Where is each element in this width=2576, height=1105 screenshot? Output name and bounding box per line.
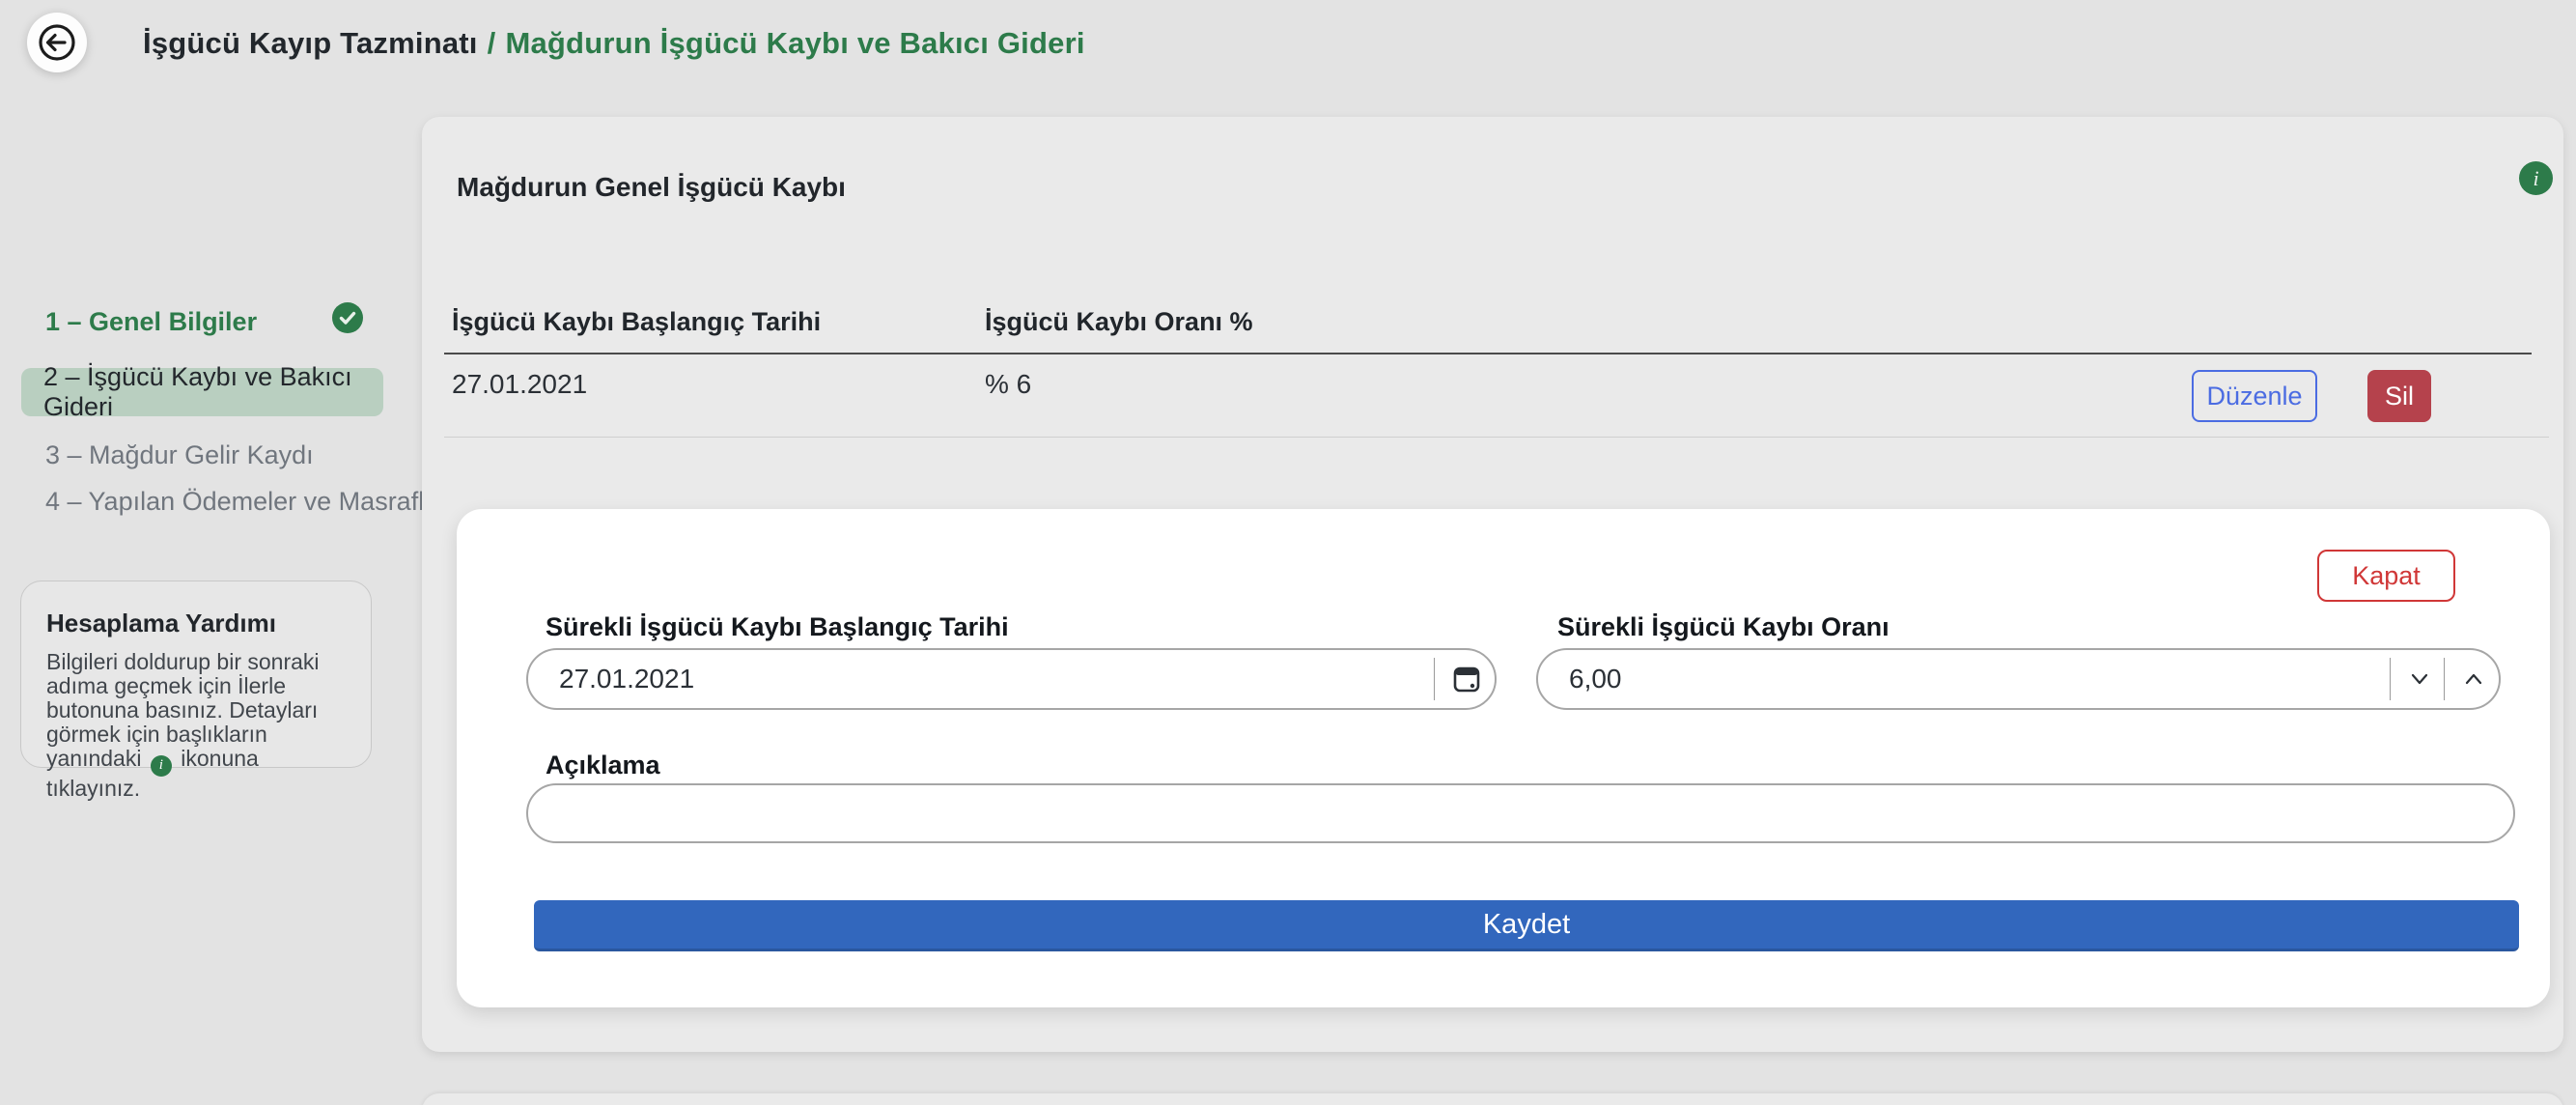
sidebar-item-yapilan-odemeler[interactable]: 4 – Yapılan Ödemeler ve Masraflar: [45, 487, 447, 517]
rate-input-wrapper: [1536, 648, 2501, 710]
breadcrumb-separator: /: [488, 26, 496, 61]
close-button[interactable]: Kapat: [2317, 550, 2455, 602]
rate-input[interactable]: [1569, 650, 2242, 708]
edit-button[interactable]: Düzenle: [2192, 370, 2317, 422]
description-input-wrapper: [526, 783, 2515, 843]
inline-info-icon: i: [151, 755, 172, 777]
date-input-wrapper: [526, 648, 1497, 710]
main-card: Mağdurun Genel İşgücü Kaybı i İşgücü Kay…: [422, 117, 2563, 1052]
stepper-divider-1: [2390, 658, 2391, 700]
date-field-label: Sürekli İşgücü Kaybı Başlangıç Tarihi: [546, 612, 1009, 642]
help-title: Hesaplama Yardımı: [46, 609, 346, 638]
date-input[interactable]: [559, 650, 1236, 708]
chevron-up-icon[interactable]: [2451, 656, 2496, 702]
date-input-divider: [1434, 658, 1435, 700]
rate-field-label: Sürekli İşgücü Kaybı Oranı: [1557, 612, 1890, 642]
info-icon[interactable]: i: [2519, 161, 2553, 195]
sidebar-item-magdur-gelir-kaydi[interactable]: 3 – Mağdur Gelir Kaydı: [45, 440, 314, 470]
table-header-divider: [444, 353, 2532, 354]
delete-button[interactable]: Sil: [2367, 370, 2431, 422]
breadcrumb: İşgücü Kayıp Tazminatı / Mağdurun İşgücü…: [143, 26, 1085, 61]
description-field-label: Açıklama: [546, 751, 660, 780]
stepper-divider-2: [2444, 658, 2445, 700]
cell-start-date: 27.01.2021: [452, 369, 587, 400]
sidebar-item-genel-bilgiler[interactable]: 1 – Genel Bilgiler: [45, 307, 257, 337]
breadcrumb-current: Mağdurun İşgücü Kaybı ve Bakıcı Gideri: [505, 26, 1084, 61]
column-header-start-date: İşgücü Kaybı Başlangıç Tarihi: [452, 307, 821, 337]
save-button[interactable]: Kaydet: [534, 900, 2519, 951]
calendar-icon[interactable]: [1443, 656, 1490, 702]
cell-rate: % 6: [985, 369, 1031, 400]
sidebar-item-isgucu-kaybi[interactable]: 2 – İşgücü Kaybı ve Bakıcı Gideri: [21, 368, 383, 416]
chevron-down-icon[interactable]: [2397, 656, 2442, 702]
card-title: Mağdurun Genel İşgücü Kaybı: [457, 172, 846, 203]
back-button[interactable]: [27, 13, 87, 72]
help-body: Bilgileri doldurup bir sonraki adıma geç…: [46, 650, 346, 801]
edit-panel: Kapat Sürekli İşgücü Kaybı Başlangıç Tar…: [457, 509, 2550, 1007]
arrow-left-circle-icon: [37, 22, 77, 63]
column-header-rate: İşgücü Kaybı Oranı %: [985, 307, 1253, 337]
table-row-divider: [444, 437, 2549, 438]
help-panel: Hesaplama Yardımı Bilgileri doldurup bir…: [20, 581, 372, 768]
next-section-card: [422, 1093, 2563, 1105]
sidebar-item-label: 2 – İşgücü Kaybı ve Bakıcı Gideri: [43, 362, 383, 422]
description-input[interactable]: [559, 785, 2445, 841]
page-title: İşgücü Kayıp Tazminatı: [143, 26, 478, 61]
step-completed-check-icon: [332, 302, 363, 333]
